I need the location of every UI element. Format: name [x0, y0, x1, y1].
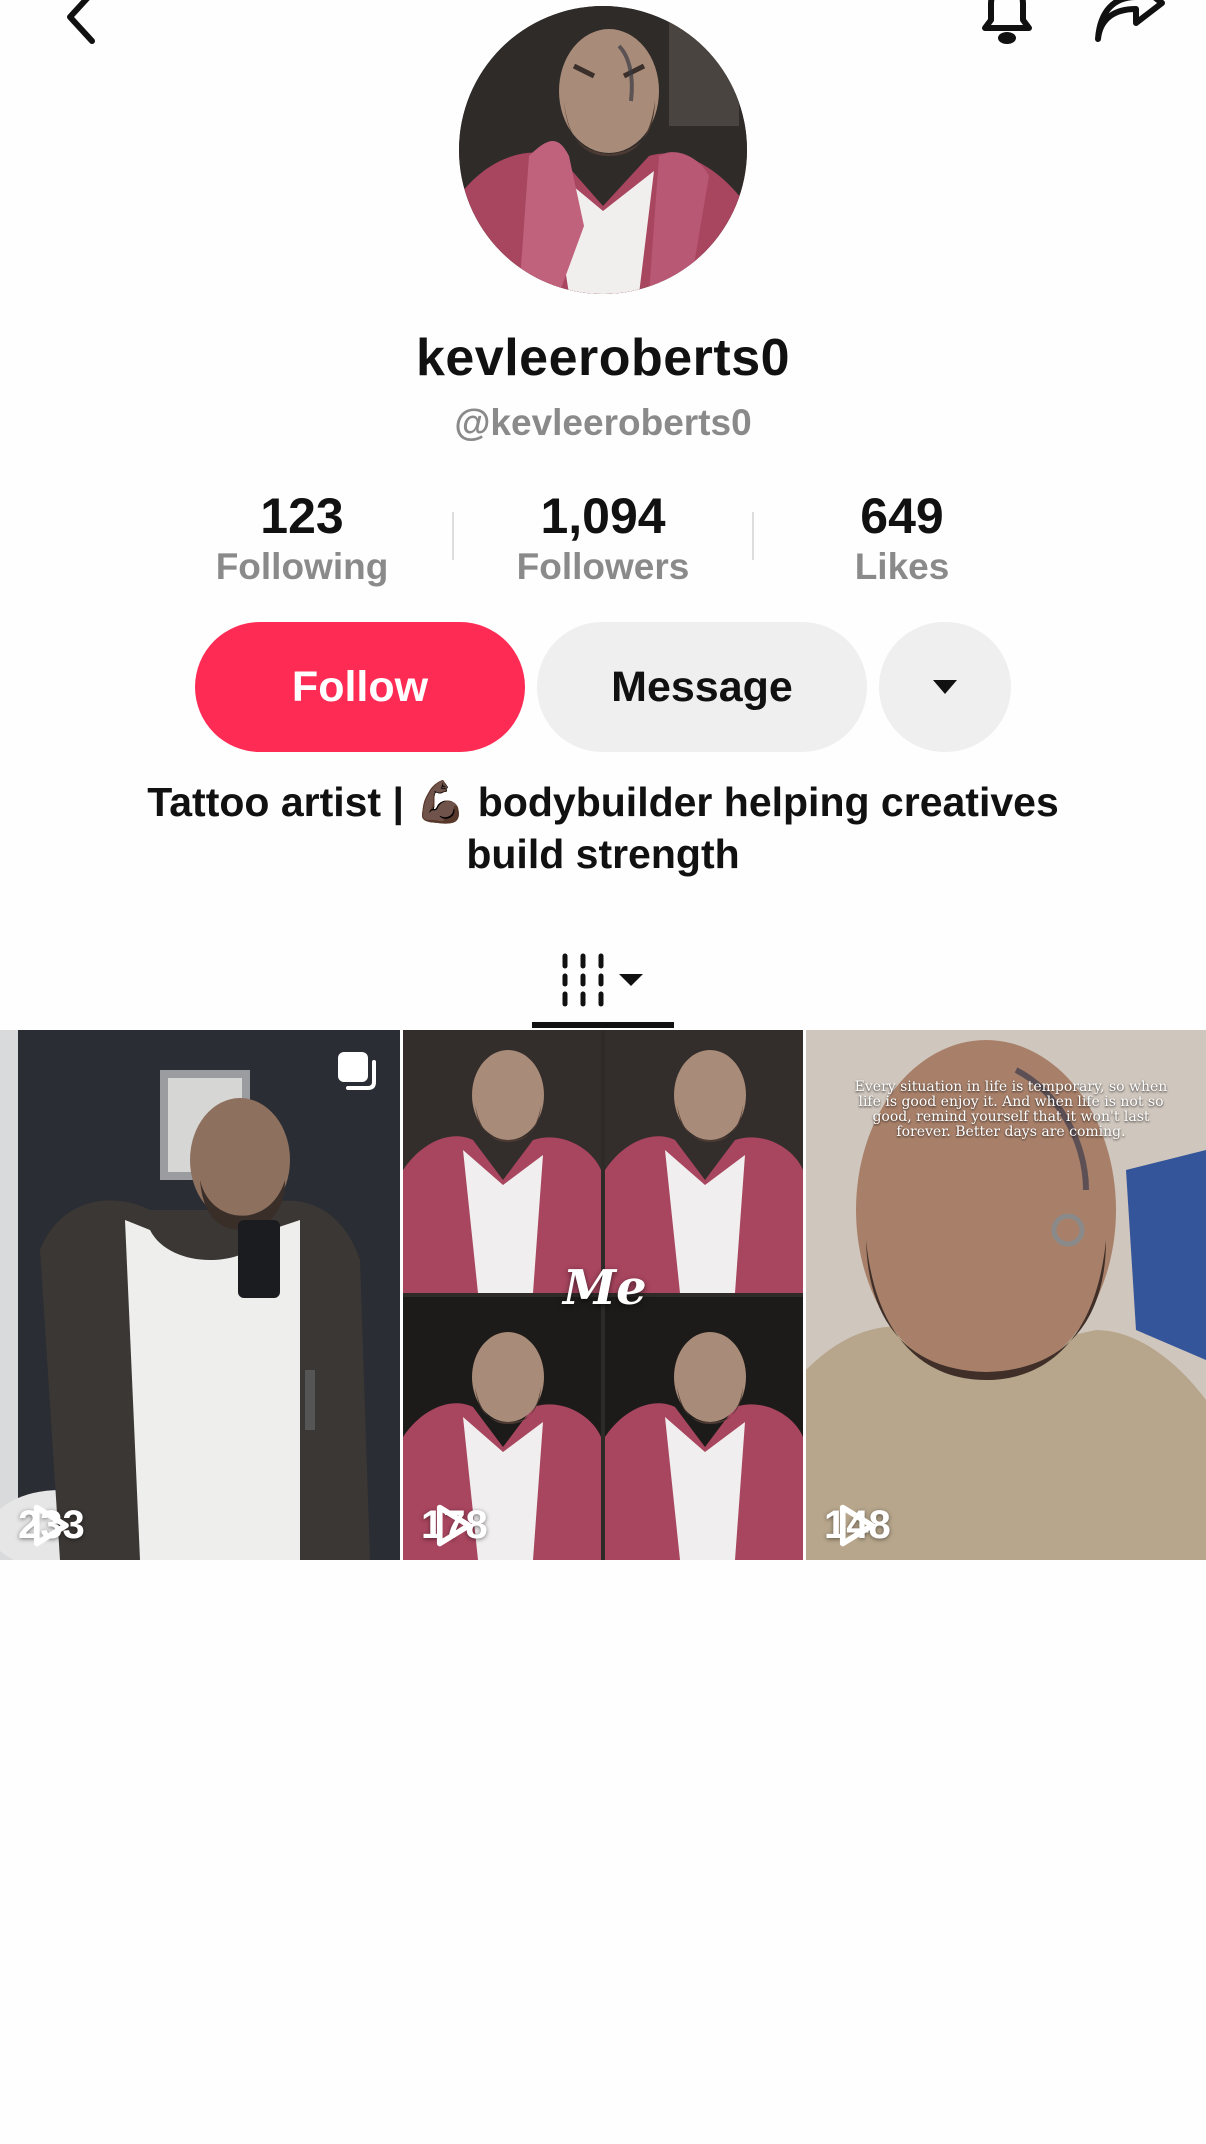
username-handle: @kevleeroberts0: [454, 402, 752, 443]
tab-active-indicator: [532, 1022, 674, 1028]
video-thumbnail[interactable]: Every situation in life is temporary, so…: [806, 1030, 1206, 1560]
view-count: 178: [421, 1503, 488, 1548]
avatar-photo: [459, 6, 747, 294]
video-thumbnail[interactable]: 233: [0, 1030, 400, 1560]
share-arrow-icon: [1095, 0, 1165, 42]
bell-icon: [982, 0, 1032, 44]
play-icon: [436, 1504, 472, 1547]
share-button[interactable]: [1090, 0, 1170, 50]
likes-count: 649: [860, 488, 944, 544]
view-count: 148: [824, 1503, 891, 1548]
following-count: 123: [260, 488, 344, 544]
bio: Tattoo artist | 💪🏿 bodybuilder helping c…: [100, 776, 1106, 880]
stat-divider: [452, 512, 454, 560]
bio-line: Tattoo artist | 💪🏿 bodybuilder helping c…: [147, 779, 1059, 825]
stat-divider: [752, 512, 754, 560]
caret-down-icon: [619, 974, 643, 986]
stat-following[interactable]: 123 Following: [172, 488, 432, 590]
display-name: kevleeroberts0: [415, 329, 791, 387]
video-thumbnail[interactable]: Me 178: [403, 1030, 803, 1560]
overlay-caption: Every situation in life is temporary, so…: [854, 1079, 1168, 1140]
follow-button[interactable]: Follow: [195, 622, 525, 752]
profile-stats: 123 Following 1,094 Followers 649 Likes: [0, 488, 1206, 598]
stat-likes[interactable]: 649 Likes: [772, 488, 1032, 590]
back-button[interactable]: [50, 0, 110, 52]
play-icon: [839, 1504, 875, 1547]
grid-bars-icon: [562, 953, 643, 1007]
bio-line: build strength: [466, 831, 740, 877]
likes-label: Likes: [854, 546, 950, 587]
followers-count: 1,094: [540, 488, 666, 544]
video-thumbnail-image: [0, 1030, 400, 1560]
chevron-left-icon: [67, 0, 95, 44]
tab-videos[interactable]: [532, 930, 674, 1030]
avatar[interactable]: [459, 6, 747, 294]
video-grid: 233 Me 178 Every situation in life is te…: [0, 1030, 1206, 1560]
overlay-caption: Me: [563, 1260, 647, 1316]
message-button[interactable]: Message: [537, 622, 867, 752]
play-icon: [33, 1504, 69, 1547]
following-label: Following: [215, 546, 389, 587]
followers-label: Followers: [516, 546, 690, 587]
multi-post-icon: [338, 1052, 376, 1090]
caret-down-icon: [933, 680, 957, 694]
notifications-button[interactable]: [972, 0, 1042, 50]
more-options-button[interactable]: [879, 622, 1011, 752]
stat-followers[interactable]: 1,094 Followers: [473, 488, 733, 590]
view-count: 233: [18, 1503, 85, 1548]
